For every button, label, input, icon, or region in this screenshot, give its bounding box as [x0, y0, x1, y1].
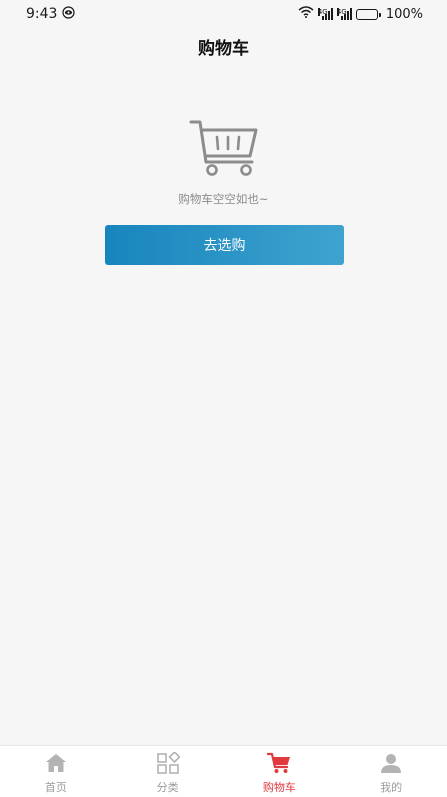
battery-percent: 100%	[385, 6, 423, 22]
status-bar: 9:43 4G 4G 100%	[0, 0, 447, 28]
user-icon	[381, 754, 402, 773]
tab-category-label: 分类	[156, 781, 179, 794]
status-left: 9:43	[26, 5, 76, 23]
page-title: 购物车	[198, 39, 249, 59]
network-type-2: 4G	[336, 8, 347, 16]
tab-home-label: 首页	[44, 781, 67, 794]
tab-cart-label: 购物车	[262, 781, 296, 794]
tab-home[interactable]: 首页	[0, 746, 112, 797]
battery-icon	[355, 8, 381, 20]
eye-comfort-icon	[62, 5, 76, 23]
status-right: 4G 4G 100%	[298, 6, 423, 22]
tab-cart[interactable]: 购物车	[224, 746, 336, 797]
tab-profile-label: 我的	[380, 781, 403, 794]
wifi-icon	[298, 6, 314, 22]
signal-2-icon: 4G	[336, 8, 352, 20]
status-time: 9:43	[26, 6, 58, 22]
bottom-tab-bar: 首页 分类 购物车 我的	[0, 745, 447, 797]
network-type-1: 4G	[317, 8, 328, 16]
shopping-cart-icon	[189, 120, 258, 176]
go-shopping-button[interactable]: 去选购	[105, 225, 344, 265]
tab-profile[interactable]: 我的	[335, 746, 447, 797]
empty-cart-message: 购物车空空如也~	[178, 192, 269, 206]
home-icon	[45, 754, 66, 772]
tab-category[interactable]: 分类	[112, 746, 224, 797]
category-grid-icon	[156, 752, 180, 774]
signal-1-icon: 4G	[317, 8, 333, 20]
cart-icon	[267, 752, 291, 773]
